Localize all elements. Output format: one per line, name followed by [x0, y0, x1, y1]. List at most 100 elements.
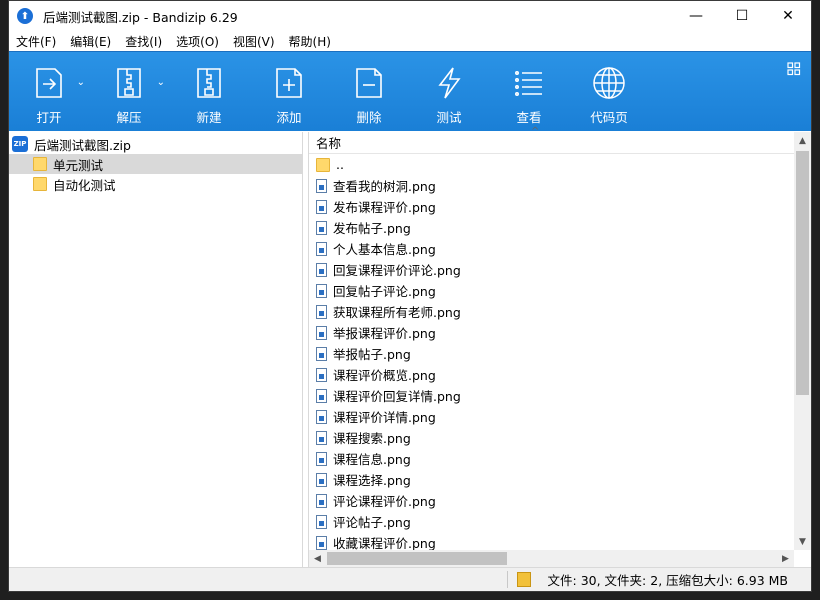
view-label: 查看 [516, 110, 542, 125]
tree-item-label: 单元测试 [53, 157, 104, 173]
extract-button[interactable]: 解压 ⌄ [89, 52, 169, 132]
extract-icon [117, 68, 141, 98]
status-divider [507, 571, 508, 588]
new-archive-label: 新建 [196, 110, 222, 125]
title-bar[interactable]: ⬆ 后端测试截图.zip - Bandizip 6.29 — ☐ ✕ [9, 1, 811, 31]
list-item[interactable]: 发布帖子.png [309, 217, 794, 238]
list-item-label: 课程评价详情.png [333, 410, 436, 425]
status-text: 文件: 30, 文件夹: 2, 压缩包大小: 6.93 MB [547, 573, 788, 588]
scroll-down-icon[interactable]: ▼ [794, 533, 811, 550]
extract-dropdown-icon[interactable]: ⌄ [157, 77, 165, 88]
open-button[interactable]: 打开 ⌄ [9, 52, 89, 132]
delete-button[interactable]: 删除 [329, 52, 409, 132]
file-rows: .. 查看我的树洞.png 发布课程评价.png 发布帖子.png 个人基本信息… [309, 154, 794, 550]
list-item[interactable]: 评论帖子.png [309, 511, 794, 532]
maximize-button[interactable]: ☐ [719, 1, 765, 31]
file-list: 名称 ^ .. 查看我的树洞.png 发布课程评价.png 发布帖子.png 个… [309, 126, 811, 567]
column-header-name[interactable]: 名称 ^ [309, 126, 811, 154]
list-item-label: 课程评价回复详情.png [333, 389, 461, 404]
menu-edit[interactable]: 编辑(E) [63, 33, 118, 50]
bandizip-window: ⬆ 后端测试截图.zip - Bandizip 6.29 — ☐ ✕ 文件(F)… [8, 0, 812, 592]
list-item[interactable]: 课程搜索.png [309, 427, 794, 448]
list-item-label: 回复帖子评论.png [333, 284, 436, 299]
image-file-icon [316, 178, 327, 193]
list-item[interactable]: 发布课程评价.png [309, 196, 794, 217]
list-item[interactable]: 课程评价概览.png [309, 364, 794, 385]
close-button[interactable]: ✕ [765, 1, 811, 31]
image-file-icon [316, 241, 327, 256]
list-item-label: 举报帖子.png [333, 347, 411, 362]
list-item[interactable]: 课程选择.png [309, 469, 794, 490]
scroll-up-icon[interactable]: ▲ [794, 132, 811, 149]
list-item-label: 获取课程所有老师.png [333, 305, 461, 320]
scroll-left-icon[interactable]: ◀ [309, 550, 326, 567]
list-item-parent[interactable]: .. [309, 154, 794, 175]
list-item[interactable]: 回复帖子评论.png [309, 280, 794, 301]
menu-help[interactable]: 帮助(H) [282, 33, 338, 50]
menu-options[interactable]: 选项(O) [169, 33, 226, 50]
view-icon [515, 71, 542, 96]
list-item[interactable]: 课程评价详情.png [309, 406, 794, 427]
vertical-scroll-thumb[interactable] [796, 151, 809, 395]
tree-root[interactable]: ZIP 后端测试截图.zip [9, 134, 302, 154]
layout-grid-icon[interactable] [787, 62, 801, 76]
menu-view[interactable]: 视图(V) [226, 33, 282, 50]
image-file-icon [316, 388, 327, 403]
add-icon [276, 68, 302, 98]
view-button[interactable]: 查看 [489, 52, 569, 132]
column-header-label: 名称 [316, 136, 342, 151]
open-icon [36, 68, 62, 98]
list-item-label: .. [336, 157, 344, 172]
list-item[interactable]: 回复课程评价评论.png [309, 259, 794, 280]
tree-item-automation-test[interactable]: 自动化测试 [9, 174, 302, 194]
list-item-label: 查看我的树洞.png [333, 179, 436, 194]
list-item-label: 举报课程评价.png [333, 326, 436, 341]
tree-root-label: 后端测试截图.zip [34, 137, 131, 153]
codepage-button[interactable]: 代码页 [569, 52, 649, 132]
list-item[interactable]: 课程评价回复详情.png [309, 385, 794, 406]
open-dropdown-icon[interactable]: ⌄ [77, 77, 85, 88]
delete-icon [356, 68, 382, 98]
menu-bar: 文件(F) 编辑(E) 查找(I) 选项(O) 视图(V) 帮助(H) [9, 31, 811, 51]
list-item[interactable]: 举报课程评价.png [309, 322, 794, 343]
new-archive-button[interactable]: 新建 [169, 52, 249, 132]
test-icon [438, 67, 461, 99]
list-item-label: 课程评价概览.png [333, 368, 436, 383]
image-file-icon [316, 283, 327, 298]
list-item[interactable]: 评论课程评价.png [309, 490, 794, 511]
codepage-label: 代码页 [590, 110, 628, 125]
list-item[interactable]: 课程信息.png [309, 448, 794, 469]
open-label: 打开 [36, 110, 62, 125]
test-button[interactable]: 测试 [409, 52, 489, 132]
minimize-button[interactable]: — [673, 1, 719, 31]
image-file-icon [316, 199, 327, 214]
list-item[interactable]: 查看我的树洞.png [309, 175, 794, 196]
folder-icon [316, 157, 330, 172]
list-item[interactable]: 获取课程所有老师.png [309, 301, 794, 322]
image-file-icon [316, 409, 327, 424]
list-item-label: 收藏课程评价.png [333, 536, 436, 550]
add-button[interactable]: 添加 [249, 52, 329, 132]
new-archive-icon [197, 68, 221, 98]
list-item-label: 课程信息.png [333, 452, 411, 467]
scroll-right-icon[interactable]: ▶ [777, 550, 794, 567]
list-item[interactable]: 举报帖子.png [309, 343, 794, 364]
list-item-label: 课程选择.png [333, 473, 411, 488]
list-item[interactable]: 收藏课程评价.png [309, 532, 794, 550]
folder-tree: ZIP 后端测试截图.zip 单元测试 自动化测试 [9, 132, 303, 567]
image-file-icon [316, 346, 327, 361]
list-item[interactable]: 个人基本信息.png [309, 238, 794, 259]
image-file-icon [316, 367, 327, 382]
menu-file[interactable]: 文件(F) [9, 33, 63, 50]
horizontal-scroll-thumb[interactable] [327, 552, 507, 565]
list-item-label: 评论帖子.png [333, 515, 411, 530]
list-item-label: 评论课程评价.png [333, 494, 436, 509]
tree-item-unit-test[interactable]: 单元测试 [9, 154, 302, 174]
menu-find[interactable]: 查找(I) [118, 33, 169, 50]
vertical-scrollbar[interactable]: ▲ ▼ [794, 132, 811, 550]
extract-label: 解压 [116, 110, 142, 125]
horizontal-scrollbar[interactable]: ◀ ▶ [309, 550, 794, 567]
image-file-icon [316, 535, 327, 550]
folder-icon [33, 177, 47, 191]
window-title: 后端测试截图.zip - Bandizip 6.29 [43, 9, 238, 25]
